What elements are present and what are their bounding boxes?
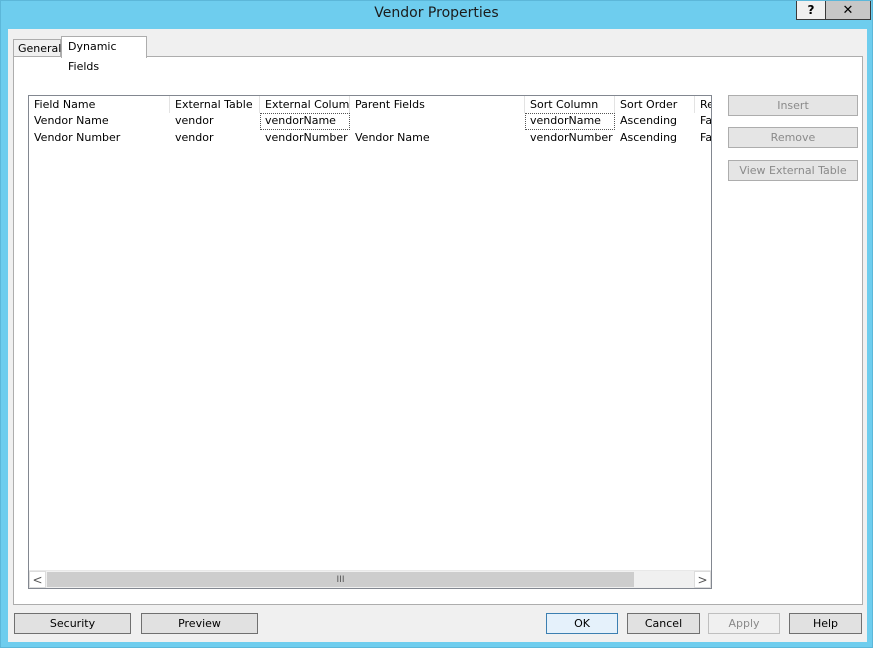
- remove-button[interactable]: Remove: [728, 127, 858, 148]
- column-header-external-column[interactable]: External Column: [260, 96, 350, 113]
- cell-sort-column[interactable]: vendorName: [525, 113, 615, 130]
- cell-field-name[interactable]: Vendor Name: [29, 113, 170, 130]
- grid-header: Field Name External Table External Colum…: [29, 96, 711, 113]
- tab-general[interactable]: General: [13, 39, 61, 57]
- dynamic-fields-grid[interactable]: Field Name External Table External Colum…: [28, 95, 712, 589]
- cell-sort-order[interactable]: Ascending: [615, 113, 695, 130]
- scroll-left-arrow-icon[interactable]: <: [29, 571, 46, 588]
- column-header-parent-fields[interactable]: Parent Fields: [350, 96, 525, 113]
- dynamic-fields-panel: Field Name External Table External Colum…: [13, 56, 863, 605]
- dialog-client-area: General Dynamic Fields Field Name Extern…: [8, 29, 867, 642]
- column-header-sort-order[interactable]: Sort Order: [615, 96, 695, 113]
- view-external-table-button[interactable]: View External Table: [728, 160, 858, 181]
- column-header-external-table[interactable]: External Table: [170, 96, 260, 113]
- cell-truncated[interactable]: Fa: [695, 130, 711, 147]
- insert-button[interactable]: Insert: [728, 95, 858, 116]
- cell-sort-column[interactable]: vendorNumber: [525, 130, 615, 147]
- security-button[interactable]: Security: [14, 613, 131, 634]
- table-row[interactable]: Vendor Number vendor vendorNumber Vendor…: [29, 130, 711, 147]
- title-bar: Vendor Properties ? ✕: [1, 1, 872, 28]
- apply-button[interactable]: Apply: [708, 613, 780, 634]
- cell-external-column[interactable]: vendorNumber: [260, 130, 350, 147]
- cancel-button[interactable]: Cancel: [627, 613, 700, 634]
- help-title-button[interactable]: ?: [796, 1, 826, 20]
- cell-truncated[interactable]: Fa: [695, 113, 711, 130]
- close-button[interactable]: ✕: [825, 1, 871, 20]
- cell-field-name[interactable]: Vendor Number: [29, 130, 170, 147]
- column-header-field-name[interactable]: Field Name: [29, 96, 170, 113]
- help-button[interactable]: Help: [789, 613, 862, 634]
- tab-dynamic-fields[interactable]: Dynamic Fields: [61, 36, 147, 73]
- horizontal-scrollbar[interactable]: < III >: [29, 570, 711, 588]
- scroll-right-arrow-icon[interactable]: >: [694, 571, 711, 588]
- close-icon: ✕: [842, 2, 854, 18]
- cell-external-table[interactable]: vendor: [170, 113, 260, 130]
- cell-external-column[interactable]: vendorName: [260, 113, 350, 130]
- cell-parent-fields[interactable]: [350, 113, 525, 130]
- grip-icon: III: [336, 574, 345, 585]
- table-row[interactable]: Vendor Name vendor vendorName vendorName…: [29, 113, 711, 130]
- cell-sort-order[interactable]: Ascending: [615, 130, 695, 147]
- ok-button[interactable]: OK: [546, 613, 618, 634]
- column-header-sort-column[interactable]: Sort Column: [525, 96, 615, 113]
- cell-external-table[interactable]: vendor: [170, 130, 260, 147]
- window-title: Vendor Properties: [374, 5, 499, 21]
- vendor-properties-window: Vendor Properties ? ✕ General Dynamic Fi…: [0, 0, 873, 648]
- preview-button[interactable]: Preview: [141, 613, 258, 634]
- cell-parent-fields[interactable]: Vendor Name: [350, 130, 525, 147]
- scrollbar-thumb[interactable]: III: [47, 572, 634, 587]
- column-header-truncated[interactable]: Re: [695, 96, 711, 113]
